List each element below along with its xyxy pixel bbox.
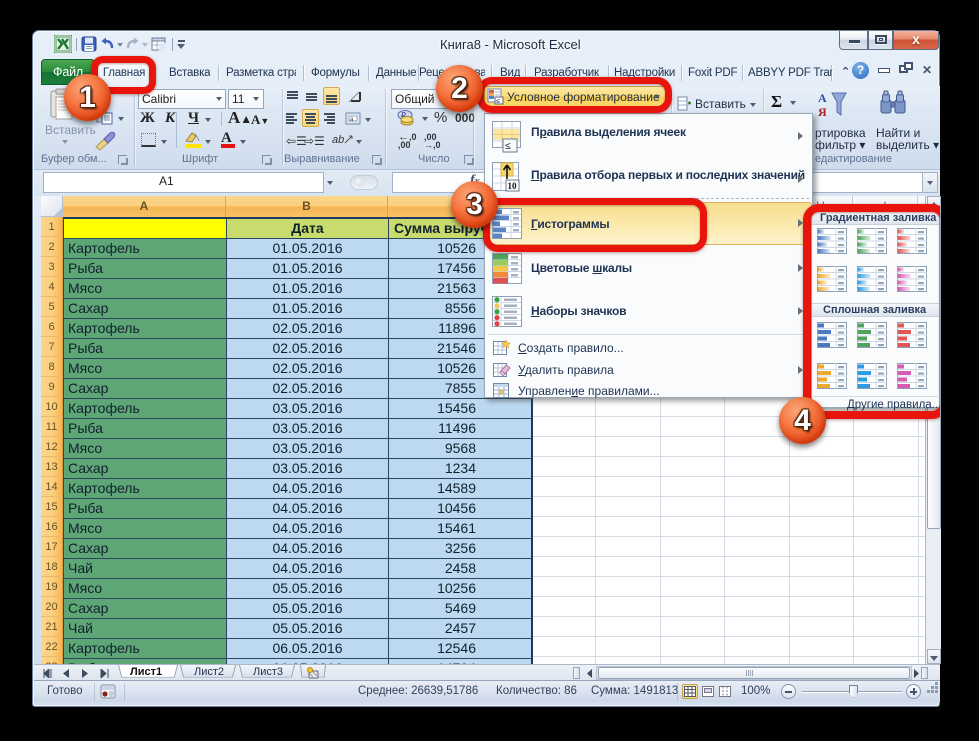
svg-text:≤: ≤ <box>505 141 511 152</box>
svg-text:10: 10 <box>508 181 518 191</box>
svg-text:Я: Я <box>818 105 827 119</box>
svg-text:ab: ab <box>332 134 344 146</box>
svg-text:А: А <box>818 91 827 105</box>
